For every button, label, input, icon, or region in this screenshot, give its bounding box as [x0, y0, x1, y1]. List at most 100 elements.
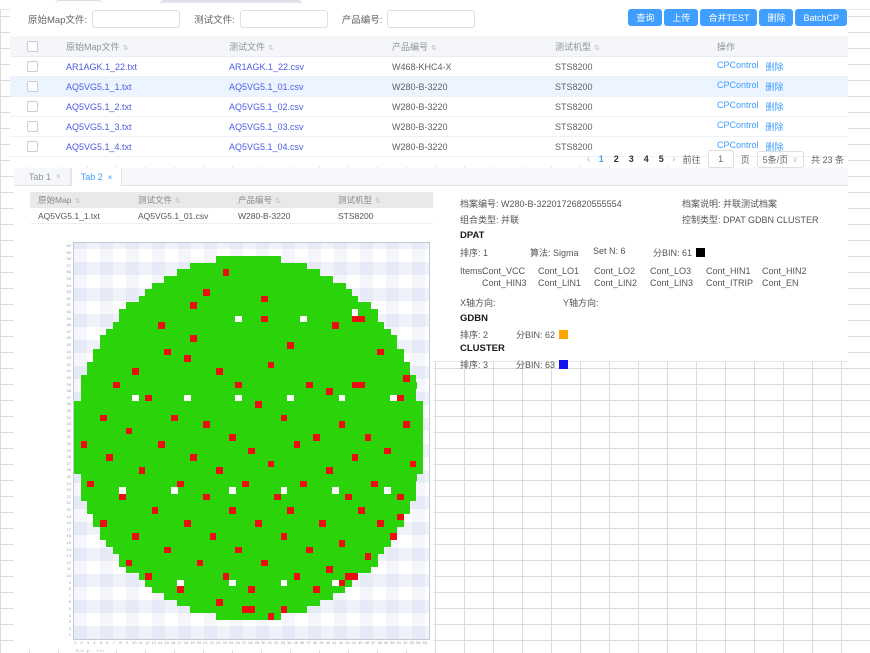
y-tick-label: 43: [67, 356, 71, 360]
x-tick-label: 46: [365, 641, 369, 645]
wafer-plot[interactable]: [73, 242, 430, 640]
tab-2[interactable]: Tab 2×: [71, 168, 123, 186]
product-no-cell: W280-B-3220: [380, 122, 543, 132]
x-tick-label: 7: [113, 641, 115, 645]
query-button[interactable]: 查询: [628, 9, 662, 26]
page-number[interactable]: 1: [597, 154, 605, 164]
filter-map-file-input[interactable]: [92, 10, 180, 28]
row-delete-link[interactable]: 删除: [766, 60, 784, 73]
cpcontrol-link[interactable]: CPControl: [717, 120, 759, 133]
row-checkbox[interactable]: [27, 81, 38, 92]
batchcp-button[interactable]: BatchCP: [795, 9, 847, 26]
x-tick-label: 31: [268, 641, 272, 645]
map-file-link[interactable]: AQ5VG5.1_4.txt: [66, 142, 132, 152]
sort-icon[interactable]: ⇅: [275, 198, 281, 205]
product-no-cell: W280-B-3220: [380, 82, 543, 92]
x-tick-label: 5: [100, 641, 102, 645]
table-row[interactable]: AR1AGK.1_22.txtAR1AGK.1_22.csvW468-KHC4-…: [10, 57, 848, 77]
column-header[interactable]: 操作: [705, 40, 848, 53]
y-tick-label: 17: [67, 528, 71, 532]
product-no-cell: W280-B-3220: [380, 142, 543, 152]
column-header[interactable]: 测试机型⇅: [543, 40, 705, 53]
column-header[interactable]: 测试文件⇅: [217, 40, 380, 53]
tab-1[interactable]: Tab 1×: [20, 168, 71, 185]
x-tick-label: 48: [377, 641, 381, 645]
next-page-button[interactable]: ›: [672, 154, 675, 165]
dpat-item: Cont_LO2: [594, 266, 650, 278]
y-tick-label: 22: [67, 495, 71, 499]
sort-icon[interactable]: ⇅: [75, 198, 81, 205]
sort-icon[interactable]: ⇅: [594, 45, 600, 52]
sort-icon[interactable]: ⇅: [175, 198, 181, 205]
page-number[interactable]: 2: [612, 154, 620, 164]
cluster-bin-color-swatch: [559, 360, 568, 369]
cluster-bin: 分BIN: 63: [516, 358, 568, 371]
dpat-bin: 分BIN: 61: [653, 246, 705, 259]
cpcontrol-link[interactable]: CPControl: [717, 80, 759, 93]
detail-table-row[interactable]: AQ5VG5.1_1.txt AQ5VG5.1_01.csv W280-B-32…: [30, 208, 434, 224]
row-delete-link[interactable]: 删除: [766, 100, 784, 113]
y-tick-label: 18: [67, 521, 71, 525]
page-number[interactable]: 5: [657, 154, 665, 164]
prev-page-button[interactable]: ‹: [587, 154, 590, 165]
test-file-link[interactable]: AQ5VG5.1_03.csv: [229, 122, 304, 132]
x-tick-label: 16: [171, 641, 175, 645]
row-checkbox[interactable]: [27, 121, 38, 132]
detail-col-product: 产品编号⇅: [230, 194, 330, 206]
x-tick-label: 29: [255, 641, 259, 645]
product-no-cell: W280-B-3220: [380, 102, 543, 112]
x-tick-label: 38: [313, 641, 317, 645]
row-checkbox[interactable]: [27, 101, 38, 112]
dpat-algo: 算法: Sigma: [530, 246, 579, 259]
filter-test-file-input[interactable]: [240, 10, 328, 28]
detail-col-map: 原始Map⇅: [30, 194, 130, 206]
delete-button[interactable]: 删除: [759, 9, 793, 26]
x-tick-label: 30: [261, 641, 265, 645]
test-file-link[interactable]: AQ5VG5.1_01.csv: [229, 82, 304, 92]
page-size-select[interactable]: 5条/页∨: [757, 151, 804, 168]
dpat-item: Cont_EN: [762, 278, 818, 290]
close-icon[interactable]: ×: [56, 172, 61, 181]
filter-product-no-input[interactable]: [387, 10, 475, 28]
y-tick-label: 53: [67, 290, 71, 294]
cpcontrol-link[interactable]: CPControl: [717, 100, 759, 113]
x-tick-label: 22: [210, 641, 214, 645]
page-number[interactable]: 3: [627, 154, 635, 164]
row-delete-link[interactable]: 删除: [766, 80, 784, 93]
wafer-fail-cell: [268, 613, 275, 620]
test-file-link[interactable]: AR1AGK.1_22.csv: [229, 62, 304, 72]
y-tick-label: 37: [67, 396, 71, 400]
column-header[interactable]: 产品编号⇅: [380, 40, 543, 53]
select-all-checkbox[interactable]: [27, 41, 38, 52]
sort-icon[interactable]: ⇅: [123, 45, 129, 52]
sort-icon[interactable]: ⇅: [431, 45, 437, 52]
x-tick-label: 9: [126, 641, 128, 645]
y-tick-label: 42: [67, 363, 71, 367]
page-number[interactable]: 4: [642, 154, 650, 164]
merge-test-button[interactable]: 合并TEST: [700, 9, 757, 26]
column-header[interactable]: 原始Map文件⇅: [54, 40, 217, 53]
goto-page-input[interactable]: [708, 150, 734, 168]
x-tick-label: 52: [403, 641, 407, 645]
table-row[interactable]: AQ5VG5.1_1.txt AQ5VG5.1_01.csv W280-B-3220…: [10, 77, 848, 97]
row-checkbox[interactable]: [27, 61, 38, 72]
x-tick-label: 44: [352, 641, 356, 645]
dpat-item: Cont_ITRIP: [706, 278, 762, 290]
map-file-link[interactable]: AQ5VG5.1_2.txt: [66, 102, 132, 112]
row-checkbox[interactable]: [27, 141, 38, 152]
sort-icon[interactable]: ⇅: [375, 198, 381, 205]
test-file-link[interactable]: AQ5VG5.1_04.csv: [229, 142, 304, 152]
upload-button[interactable]: 上传: [664, 9, 698, 26]
map-file-link[interactable]: AQ5VG5.1_1.txt: [66, 82, 132, 92]
map-file-link[interactable]: AQ5VG5.1_3.txt: [66, 122, 132, 132]
row-delete-link[interactable]: 删除: [766, 120, 784, 133]
cpcontrol-link[interactable]: CPControl: [717, 60, 759, 73]
map-file-link[interactable]: AR1AGK.1_22.txt: [66, 62, 137, 72]
table-row[interactable]: AQ5VG5.1_2.txt AQ5VG5.1_02.csv W280-B-3220…: [10, 97, 848, 117]
dpat-item: Cont_LIN1: [538, 278, 594, 290]
filter-test-file: 测试文件:: [194, 10, 328, 28]
sort-icon[interactable]: ⇅: [268, 45, 274, 52]
table-row[interactable]: AQ5VG5.1_3.txt AQ5VG5.1_03.csv W280-B-3220…: [10, 117, 848, 137]
close-icon[interactable]: ×: [108, 173, 113, 182]
test-file-link[interactable]: AQ5VG5.1_02.csv: [229, 102, 304, 112]
